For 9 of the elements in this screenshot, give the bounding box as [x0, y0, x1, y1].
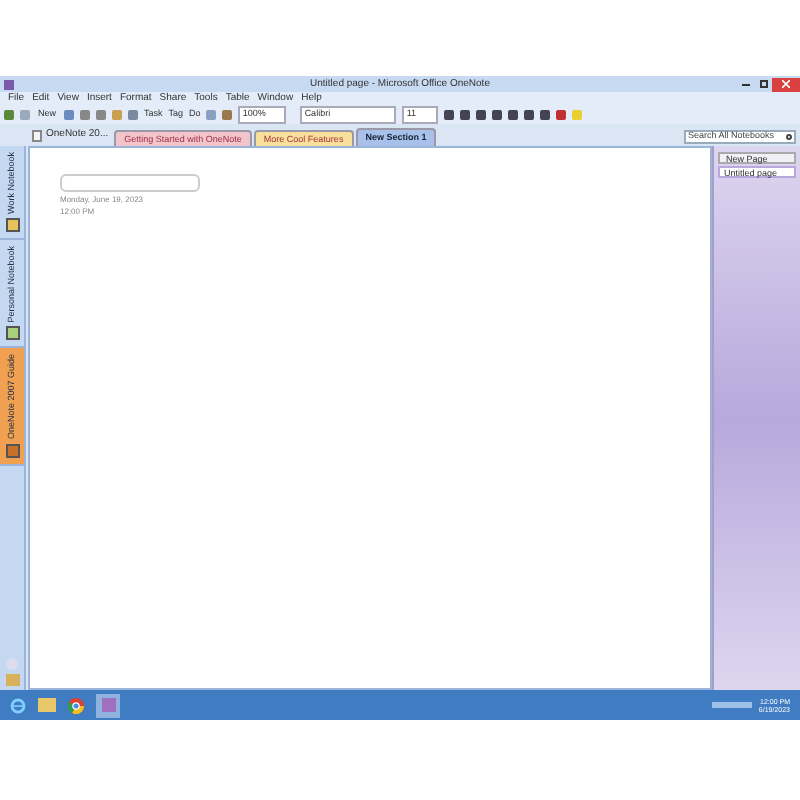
browser-icon[interactable] [68, 697, 84, 713]
close-icon [782, 80, 790, 88]
browser-icon[interactable] [10, 697, 26, 713]
maximize-button[interactable] [754, 78, 772, 90]
notes-app-icon[interactable] [96, 693, 120, 717]
close-button[interactable] [772, 77, 800, 91]
app-icon [4, 79, 14, 89]
search-icon [786, 134, 792, 140]
page-title-field[interactable] [60, 174, 200, 192]
